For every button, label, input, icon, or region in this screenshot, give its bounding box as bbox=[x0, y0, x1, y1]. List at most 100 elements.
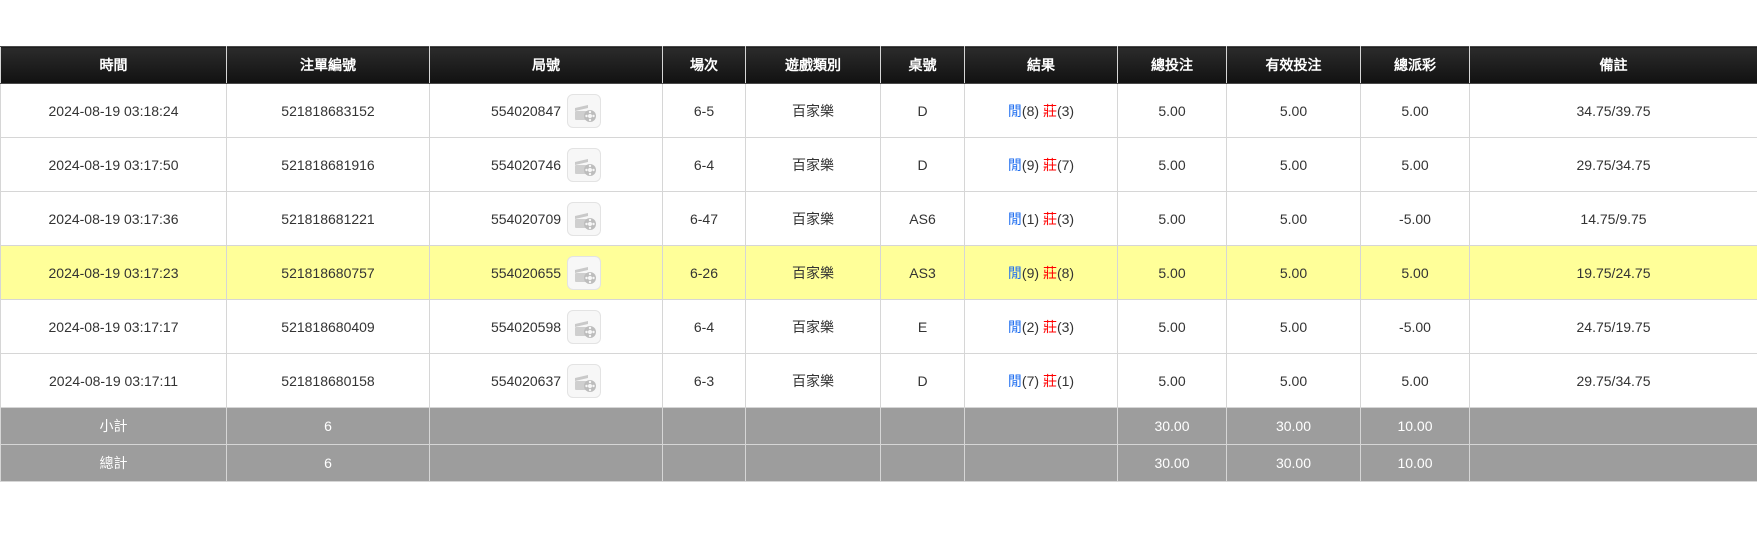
video-replay-icon[interactable] bbox=[567, 201, 602, 236]
table-footer: 小計 6 30.00 30.00 10.00 總計 6 30.00 30.00 … bbox=[0, 407, 1757, 482]
cell-time: 2024-08-19 03:17:11 bbox=[0, 353, 227, 408]
col-header-session: 場次 bbox=[662, 46, 746, 84]
player-label: 閒 bbox=[1007, 264, 1022, 281]
subtotal-label: 小計 bbox=[0, 407, 227, 445]
cell-table: AS6 bbox=[880, 191, 965, 246]
banker-score: (3) bbox=[1056, 318, 1075, 335]
cell-result: 閒(9) 莊(7) bbox=[964, 137, 1118, 192]
cell-payout: 5.00 bbox=[1360, 83, 1470, 138]
cell-time: 2024-08-19 03:17:23 bbox=[0, 245, 227, 300]
cell-table: AS3 bbox=[880, 245, 965, 300]
video-replay-icon[interactable] bbox=[567, 363, 602, 398]
cell-total-bet[interactable]: 5.00 bbox=[1117, 83, 1227, 138]
banker-score: (7) bbox=[1056, 156, 1075, 173]
round-number: 554020655 bbox=[490, 264, 562, 281]
round-number: 554020847 bbox=[490, 102, 562, 119]
banker-score: (8) bbox=[1056, 264, 1075, 281]
player-score: (1) bbox=[1021, 210, 1040, 227]
subtotal-payout: 10.00 bbox=[1360, 407, 1470, 445]
cell-payout: -5.00 bbox=[1360, 299, 1470, 354]
table-row[interactable]: 2024-08-19 03:18:24 521818683152 554020847… bbox=[0, 83, 1757, 138]
cell-game-type: 百家樂 bbox=[745, 245, 881, 300]
cell-time: 2024-08-19 03:17:50 bbox=[0, 137, 227, 192]
cell-total-bet[interactable]: 5.00 bbox=[1117, 299, 1227, 354]
cell-bet-no: 521818681221 bbox=[226, 191, 430, 246]
table-row[interactable]: 2024-08-19 03:17:36 521818681221 554020709… bbox=[0, 191, 1757, 246]
table-row[interactable]: 2024-08-19 03:17:17 521818680409 554020598… bbox=[0, 299, 1757, 354]
banker-label: 莊 bbox=[1042, 318, 1057, 335]
table-body: 2024-08-19 03:18:24 521818683152 554020847… bbox=[0, 83, 1757, 408]
cell-payout: 5.00 bbox=[1360, 245, 1470, 300]
col-header-total-bet: 總投注 bbox=[1117, 46, 1227, 84]
cell-total-bet[interactable]: 5.00 bbox=[1117, 245, 1227, 300]
player-label: 閒 bbox=[1007, 210, 1022, 227]
cell-total-bet[interactable]: 5.00 bbox=[1117, 353, 1227, 408]
grand-total-empty-session bbox=[662, 444, 746, 482]
cell-round: 554020746 bbox=[429, 137, 663, 192]
cell-valid-bet: 5.00 bbox=[1226, 137, 1361, 192]
cell-game-type: 百家樂 bbox=[745, 137, 881, 192]
col-header-bet-no: 注單編號 bbox=[226, 46, 430, 84]
col-header-valid-bet: 有效投注 bbox=[1226, 46, 1361, 84]
cell-payout: 5.00 bbox=[1360, 137, 1470, 192]
table-header: 時間 注單編號 局號 場次 遊戲類別 桌號 結果 總投注 有效投注 總派彩 備註 bbox=[0, 46, 1757, 84]
cell-round: 554020598 bbox=[429, 299, 663, 354]
subtotal-total-bet: 30.00 bbox=[1117, 407, 1227, 445]
video-replay-icon[interactable] bbox=[567, 255, 602, 290]
player-score: (7) bbox=[1021, 372, 1040, 389]
col-header-round: 局號 bbox=[429, 46, 663, 84]
banker-label: 莊 bbox=[1042, 264, 1057, 281]
cell-valid-bet: 5.00 bbox=[1226, 83, 1361, 138]
cell-round: 554020637 bbox=[429, 353, 663, 408]
video-replay-icon[interactable] bbox=[567, 93, 602, 128]
cell-bet-no: 521818681916 bbox=[226, 137, 430, 192]
cell-time: 2024-08-19 03:18:24 bbox=[0, 83, 227, 138]
video-replay-icon[interactable] bbox=[567, 147, 602, 182]
header-row: 時間 注單編號 局號 場次 遊戲類別 桌號 結果 總投注 有效投注 總派彩 備註 bbox=[0, 46, 1757, 84]
cell-remark: 24.75/19.75 bbox=[1469, 299, 1757, 354]
grand-total-total-bet: 30.00 bbox=[1117, 444, 1227, 482]
subtotal-empty-session bbox=[662, 407, 746, 445]
cell-valid-bet: 5.00 bbox=[1226, 245, 1361, 300]
cell-remark: 29.75/34.75 bbox=[1469, 353, 1757, 408]
col-header-payout: 總派彩 bbox=[1360, 46, 1470, 84]
cell-remark: 14.75/9.75 bbox=[1469, 191, 1757, 246]
cell-total-bet[interactable]: 5.00 bbox=[1117, 137, 1227, 192]
cell-bet-no: 521818680757 bbox=[226, 245, 430, 300]
cell-valid-bet: 5.00 bbox=[1226, 353, 1361, 408]
player-score: (2) bbox=[1021, 318, 1040, 335]
grand-total-label: 總計 bbox=[0, 444, 227, 482]
table-row[interactable]: 2024-08-19 03:17:11 521818680158 554020637… bbox=[0, 353, 1757, 408]
cell-round: 554020847 bbox=[429, 83, 663, 138]
cell-remark: 34.75/39.75 bbox=[1469, 83, 1757, 138]
player-score: (8) bbox=[1021, 102, 1040, 119]
video-replay-icon[interactable] bbox=[567, 309, 602, 344]
cell-time: 2024-08-19 03:17:36 bbox=[0, 191, 227, 246]
grand-total-empty-remark bbox=[1469, 444, 1757, 482]
subtotal-empty-result bbox=[964, 407, 1118, 445]
cell-result: 閒(2) 莊(3) bbox=[964, 299, 1118, 354]
subtotal-empty-table bbox=[880, 407, 965, 445]
cell-valid-bet: 5.00 bbox=[1226, 299, 1361, 354]
cell-valid-bet: 5.00 bbox=[1226, 191, 1361, 246]
round-number: 554020598 bbox=[490, 318, 562, 335]
banker-label: 莊 bbox=[1042, 156, 1057, 173]
grand-total-empty-table bbox=[880, 444, 965, 482]
round-number: 554020709 bbox=[490, 210, 562, 227]
cell-payout: -5.00 bbox=[1360, 191, 1470, 246]
cell-table: D bbox=[880, 83, 965, 138]
col-header-result: 結果 bbox=[964, 46, 1118, 84]
cell-total-bet[interactable]: 5.00 bbox=[1117, 191, 1227, 246]
cell-bet-no: 521818680409 bbox=[226, 299, 430, 354]
cell-bet-no: 521818680158 bbox=[226, 353, 430, 408]
table-row[interactable]: 2024-08-19 03:17:23 521818680757 554020655… bbox=[0, 245, 1757, 300]
cell-payout: 5.00 bbox=[1360, 353, 1470, 408]
cell-session: 6-4 bbox=[662, 299, 746, 354]
cell-round: 554020655 bbox=[429, 245, 663, 300]
cell-game-type: 百家樂 bbox=[745, 191, 881, 246]
player-label: 閒 bbox=[1007, 372, 1022, 389]
table-row[interactable]: 2024-08-19 03:17:50 521818681916 554020746… bbox=[0, 137, 1757, 192]
cell-result: 閒(1) 莊(3) bbox=[964, 191, 1118, 246]
cell-table: E bbox=[880, 299, 965, 354]
banker-score: (3) bbox=[1056, 102, 1075, 119]
